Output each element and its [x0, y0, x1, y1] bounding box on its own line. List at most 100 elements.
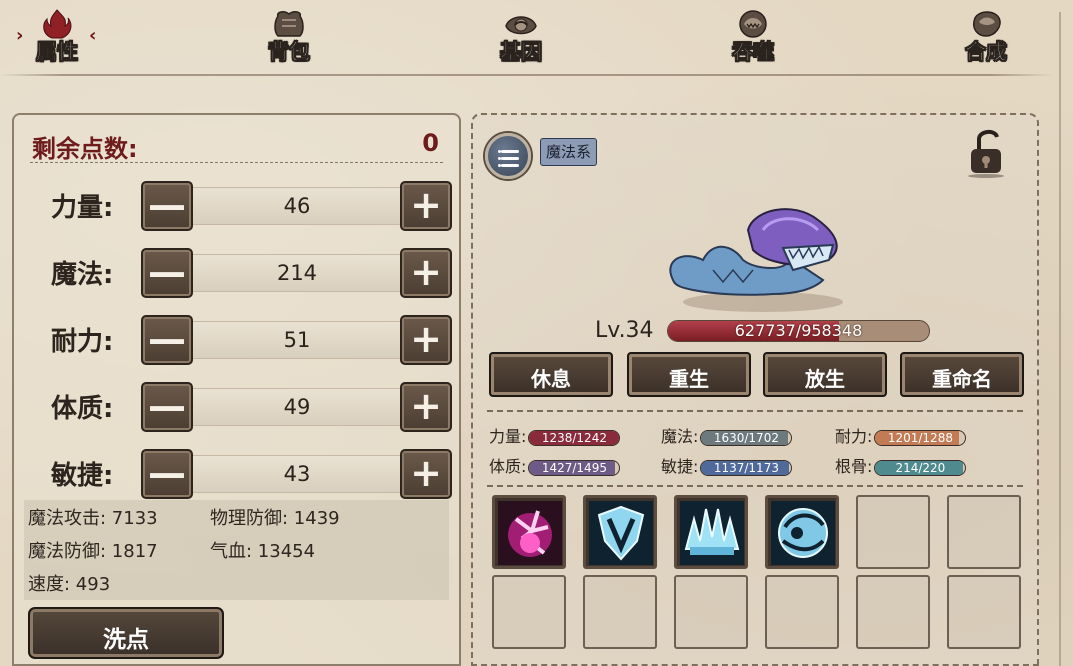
aptitude-bar: 1427/1495: [528, 459, 621, 476]
pet-level: Lv.34: [595, 318, 654, 343]
increase-button[interactable]: +: [400, 449, 452, 499]
plus-icon: +: [410, 183, 442, 227]
magic-attack: 魔法攻击: 7133: [28, 508, 158, 529]
decrease-button[interactable]: —: [141, 382, 193, 432]
tab-bar-divider: [0, 74, 1053, 76]
aptitude-endurance: 耐力: 1201/1288: [835, 423, 967, 447]
minus-icon: —: [148, 183, 186, 227]
rename-button[interactable]: 重命名: [900, 352, 1024, 397]
aptitude-value: 1238/1242: [541, 430, 607, 445]
tab-attributes[interactable]: 属性: [17, 8, 97, 68]
speed-stat: 速度: 493: [28, 574, 111, 595]
pet-detail-panel: 魔法系 Lv.34 627737/958348 休息 重生 放生 重命名 力量:…: [471, 113, 1039, 666]
aptitude-label: 敏捷:: [661, 457, 699, 476]
minus-icon: —: [148, 317, 186, 361]
aptitude-constitution: 体质: 1427/1495: [489, 453, 621, 477]
tab-devour-label: 吞噬: [732, 40, 775, 65]
hp-stat: 气血: 13454: [210, 541, 316, 562]
skill-slot[interactable]: [765, 495, 839, 569]
increase-button[interactable]: +: [400, 181, 452, 231]
tab-bag[interactable]: 背包: [249, 8, 329, 68]
aptitude-value: 1137/1173: [713, 460, 779, 475]
aptitude-label: 体质:: [489, 457, 527, 476]
plus-icon: +: [410, 384, 442, 428]
derived-stats-box: 魔法攻击: 7133 物理防御: 1439 魔法防御: 1817 气血: 134…: [24, 500, 449, 600]
skill-slot[interactable]: [674, 495, 748, 569]
tab-gene-label: 基因: [500, 40, 543, 65]
list-menu-button[interactable]: [485, 133, 531, 179]
increase-button[interactable]: +: [400, 382, 452, 432]
rest-label: 休息: [531, 367, 571, 391]
skill-slot-empty[interactable]: [765, 575, 839, 649]
tab-attributes-label: 属性: [36, 40, 79, 65]
remaining-points-value: 0: [422, 129, 439, 157]
skill-slot-empty[interactable]: [583, 575, 657, 649]
aptitude-value: 1201/1288: [887, 430, 953, 445]
skill-slot-empty[interactable]: [947, 495, 1021, 569]
bag-icon: [274, 11, 304, 37]
tab-gene[interactable]: 基因: [481, 8, 561, 68]
pet-hp-bar: 627737/958348: [667, 320, 930, 342]
ice-spikes-skill-icon: [680, 501, 744, 565]
decrease-button[interactable]: —: [141, 449, 193, 499]
aptitude-bar: 1238/1242: [528, 429, 621, 446]
section-divider: [487, 485, 1023, 487]
tab-synthesis[interactable]: 合成: [946, 8, 1026, 68]
skill-slot-empty[interactable]: [856, 575, 930, 649]
stat-row-endurance: 耐力: 51 — +: [14, 311, 463, 365]
decrease-button[interactable]: —: [141, 248, 193, 298]
aptitude-label: 耐力:: [835, 427, 873, 446]
release-label: 放生: [805, 367, 845, 391]
list-icon-bar: [501, 150, 519, 153]
aptitude-bar: 214/220: [874, 459, 967, 476]
aptitude-label: 根骨:: [835, 457, 873, 476]
top-tab-bar: › ‹ 属性 背包 基因 吞噬 合成: [0, 0, 1073, 80]
skill-slot-empty[interactable]: [856, 495, 930, 569]
skill-slot[interactable]: [583, 495, 657, 569]
stat-label: 耐力:: [51, 327, 114, 357]
ice-shield-skill-icon: [589, 501, 653, 565]
aptitude-value: 214/220: [895, 460, 946, 475]
remaining-points-label: 剩余点数:: [32, 135, 138, 163]
increase-button[interactable]: +: [400, 315, 452, 365]
stat-value: 46: [283, 194, 311, 218]
tab-devour[interactable]: 吞噬: [713, 8, 793, 68]
decrease-button[interactable]: —: [141, 315, 193, 365]
rebirth-button[interactable]: 重生: [627, 352, 751, 397]
stat-row-constitution: 体质: 49 — +: [14, 378, 463, 432]
skill-slot[interactable]: [492, 495, 566, 569]
aptitude-value: 1630/1702: [713, 430, 779, 445]
aptitude-bar: 1201/1288: [874, 429, 967, 446]
plus-icon: +: [410, 451, 442, 495]
aptitude-magic: 魔法: 1630/1702: [661, 423, 793, 447]
synthesis-icon: [973, 11, 1001, 37]
skill-slot-empty[interactable]: [674, 575, 748, 649]
stat-value: 214: [276, 261, 318, 285]
reset-points-label: 洗点: [103, 627, 149, 653]
list-icon-bar: [501, 157, 519, 160]
unlock-icon[interactable]: [965, 127, 1007, 179]
release-button[interactable]: 放生: [763, 352, 887, 397]
stat-label: 体质:: [51, 394, 114, 424]
attribute-points-panel: 剩余点数: 0 力量: 46 — + 魔法: 214 — + 耐力: 51 — …: [12, 113, 461, 666]
stat-value: 49: [283, 395, 311, 419]
stat-value: 51: [283, 328, 311, 352]
minus-icon: —: [148, 250, 186, 294]
reset-points-button[interactable]: 洗点: [28, 607, 224, 659]
skill-slot-empty[interactable]: [947, 575, 1021, 649]
stat-label: 魔法:: [51, 260, 114, 290]
pet-sprite: [669, 208, 843, 312]
decrease-button[interactable]: —: [141, 181, 193, 231]
shatter-skill-icon: [498, 501, 562, 565]
rest-button[interactable]: 休息: [489, 352, 613, 397]
aptitude-bar: 1630/1702: [700, 429, 793, 446]
physical-defense: 物理防御: 1439: [210, 508, 340, 529]
right-edge-rail: [1059, 12, 1061, 666]
stat-row-strength: 力量: 46 — +: [14, 177, 463, 231]
minus-icon: —: [148, 451, 186, 495]
skill-slot-empty[interactable]: [492, 575, 566, 649]
aptitude-root: 根骨: 214/220: [835, 453, 967, 477]
section-divider: [487, 410, 1023, 412]
increase-button[interactable]: +: [400, 248, 452, 298]
aptitude-strength: 力量: 1238/1242: [489, 423, 621, 447]
